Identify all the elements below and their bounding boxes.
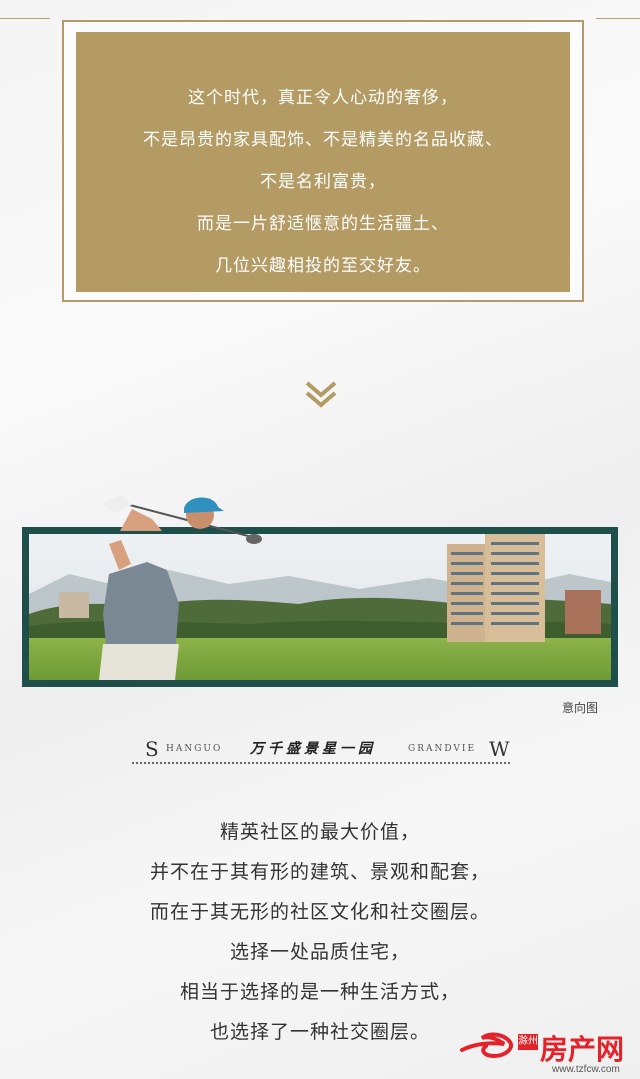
logo-name: 房产网 [540,1033,625,1066]
top-right-rule [596,18,640,19]
brand-chinese-name: 万千盛景星一园 [250,741,376,757]
brand-dotted-rule [132,762,510,764]
logo-swoosh-icon [460,1032,513,1059]
image-caption: 意向图 [561,701,598,715]
quote-line: 这个时代，真正令人心动的奢侈， [188,88,458,108]
double-chevron-down-icon [304,380,338,414]
body-line: 而在于其无形的社区文化和社交圈层。 [149,901,490,923]
quote-box: 这个时代，真正令人心动的奢侈， 不是昂贵的家具配饰、不是精美的名品收藏、 不是名… [76,32,570,292]
quote-line: 几位兴趣相投的至交好友。 [215,256,431,276]
brand-text-right: GRANDVIE [408,744,477,754]
body-line: 精英社区的最大价值， [219,821,420,843]
watermark-logo: 滁州 房产网 www.tzfcw.com [460,1028,640,1079]
logo-city: 滁州 [518,1034,538,1050]
golf-photo [29,534,611,680]
brand-initial-right: W [489,737,510,761]
body-line: 并不在于其有形的建筑、景观和配套， [149,861,490,883]
golf-photo-frame [22,495,618,687]
brand-signature: S HANGUO 万千盛景星一园 GRANDVIE W [132,736,510,764]
brand-initial-left: S [145,737,159,761]
logo-url: www.tzfcw.com [552,1064,620,1075]
body-paragraph: 精英社区的最大价值， 并不在于其有形的建筑、景观和配套， 而在于其无形的社区文化… [0,812,640,1052]
quote-line: 而是一片舒适惬意的生活疆土、 [197,214,449,234]
top-left-rule [0,18,50,19]
quote-frame: 这个时代，真正令人心动的奢侈， 不是昂贵的家具配饰、不是精美的名品收藏、 不是名… [62,20,584,302]
brand-text-left: HANGUO [166,744,223,754]
golfer-figure [102,495,262,544]
quote-line: 不是昂贵的家具配饰、不是精美的名品收藏、 [143,130,503,150]
quote-line: 不是名利富贵， [260,172,386,192]
body-line: 选择一处品质住宅， [229,941,410,963]
body-line: 相当于选择的是一种生活方式， [179,981,460,1003]
